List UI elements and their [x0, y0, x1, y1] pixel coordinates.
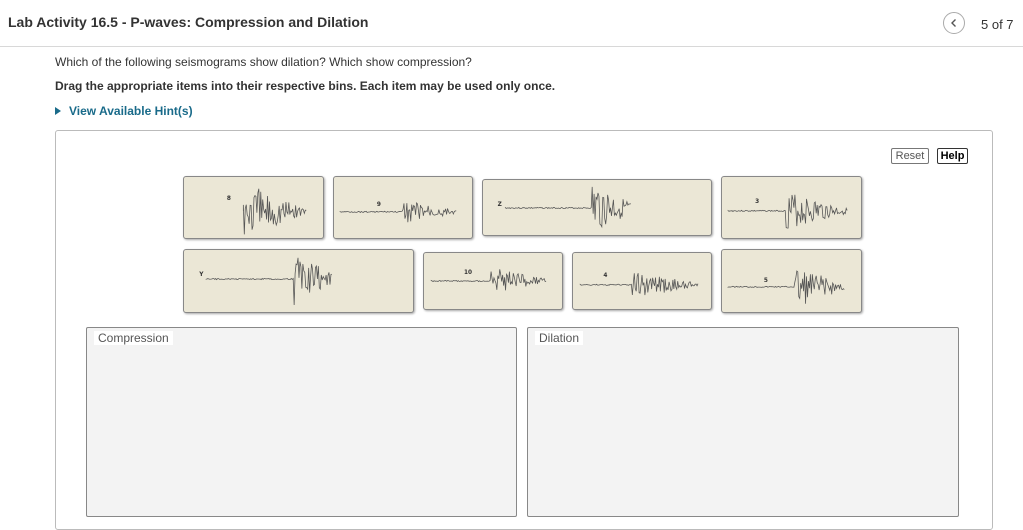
seismogram-label-4: 4	[603, 273, 607, 279]
seismogram-tile-9[interactable]: 9	[333, 176, 473, 239]
seismogram-trace-9	[339, 202, 457, 223]
seismogram-label-3: 3	[755, 199, 759, 205]
seismogram-tile-8[interactable]: 8	[183, 176, 324, 239]
seismogram-tile-4[interactable]: 4	[572, 252, 712, 310]
seismogram-label-8: 8	[227, 196, 231, 202]
page-title: Lab Activity 16.5 - P-waves: Compression…	[8, 14, 369, 30]
seismogram-tile-z[interactable]: Z	[482, 179, 712, 236]
seismogram-label-z: Z	[498, 202, 502, 208]
dilation-bin[interactable]: Dilation	[527, 327, 959, 517]
help-button[interactable]: Help	[937, 148, 968, 164]
seismogram-trace-z	[504, 186, 631, 229]
seismogram-trace-y	[205, 257, 332, 306]
seismogram-label-10: 10	[464, 270, 472, 276]
compression-bin[interactable]: Compression	[86, 327, 517, 517]
header-bar: Lab Activity 16.5 - P-waves: Compression…	[0, 0, 1023, 47]
page-counter: 5 of 7	[981, 17, 1014, 32]
seismogram-tile-10[interactable]: 10	[423, 252, 563, 310]
seismogram-tile-3[interactable]: 3	[721, 176, 862, 239]
view-hints-label: View Available Hint(s)	[69, 104, 193, 118]
drag-drop-panel: Reset Help 8 9 Z 3 Y 10 4 5 Compression …	[55, 130, 993, 530]
seismogram-label-y: Y	[198, 272, 204, 278]
dilation-bin-label: Dilation	[535, 331, 584, 345]
view-hints-link[interactable]: View Available Hint(s)	[55, 104, 193, 118]
reset-button[interactable]: Reset	[891, 148, 929, 164]
seismogram-tile-y[interactable]: Y	[183, 249, 414, 313]
seismogram-trace-4	[579, 273, 699, 296]
seismogram-trace-8	[242, 188, 307, 235]
chevron-left-icon[interactable]	[943, 12, 965, 34]
triangle-right-icon	[55, 107, 61, 115]
seismogram-label-9: 9	[377, 202, 381, 208]
compression-bin-label: Compression	[94, 331, 173, 345]
seismogram-trace-5	[727, 270, 845, 304]
question-text: Which of the following seismograms show …	[55, 55, 472, 69]
seismogram-tile-5[interactable]: 5	[721, 249, 862, 313]
seismogram-trace-3	[727, 194, 848, 229]
instruction-text: Drag the appropriate items into their re…	[55, 79, 556, 93]
seismogram-label-5: 5	[764, 278, 768, 284]
seismogram-trace-10	[430, 269, 547, 291]
